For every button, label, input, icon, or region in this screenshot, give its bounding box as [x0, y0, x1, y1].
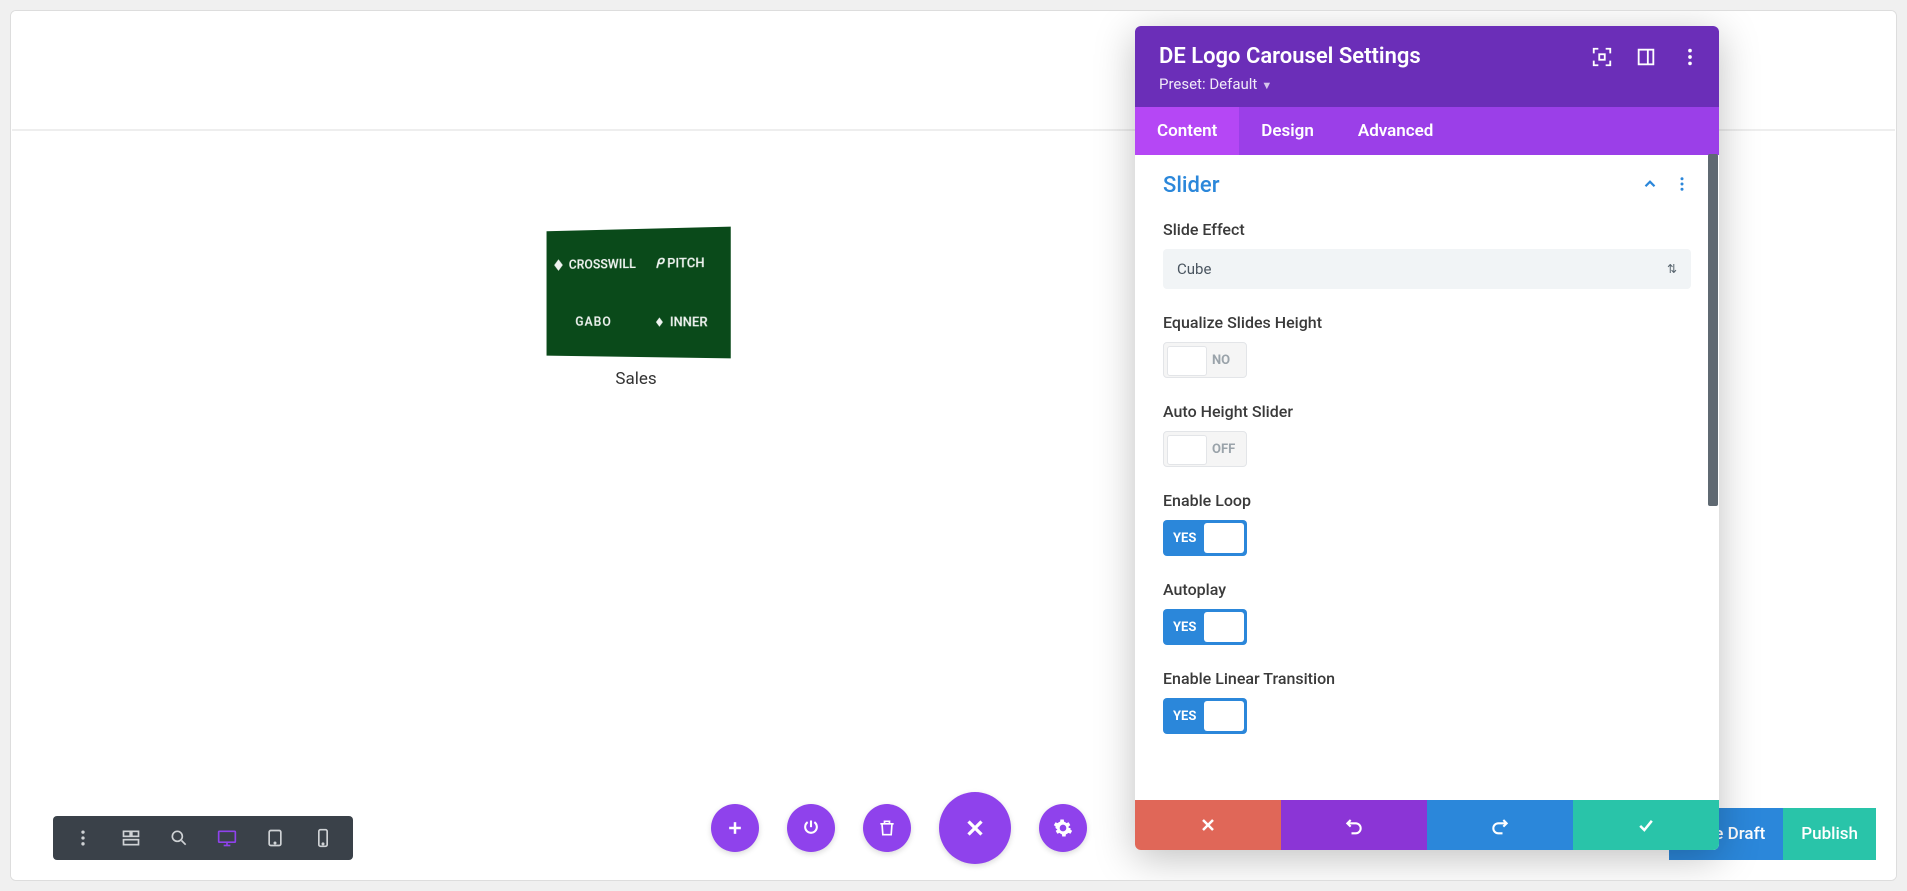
- equalize-toggle[interactable]: NO: [1163, 342, 1247, 378]
- toggle-label: YES: [1173, 531, 1196, 546]
- logo-label: CROSSWILL: [569, 257, 636, 273]
- auto-height-toggle[interactable]: OFF: [1163, 431, 1247, 467]
- menu-icon[interactable]: [59, 816, 107, 860]
- logo-slide: CROSSWILL ᑭ PITCH GABO INNER: [547, 227, 731, 359]
- add-button[interactable]: [711, 804, 759, 852]
- toggle-knob: [1167, 435, 1207, 465]
- expand-icon[interactable]: [1591, 46, 1613, 68]
- kebab-icon[interactable]: [1673, 175, 1691, 197]
- wireframe-icon[interactable]: [107, 816, 155, 860]
- page-actions: [711, 792, 1087, 864]
- chevron-down-icon: ▼: [1261, 79, 1272, 92]
- field-label: Autoplay: [1163, 580, 1691, 599]
- tab-design[interactable]: Design: [1239, 107, 1336, 155]
- scrollbar-thumb[interactable]: [1708, 154, 1718, 506]
- phone-icon[interactable]: [299, 816, 347, 860]
- field-autoplay: Autoplay YES: [1163, 580, 1691, 645]
- modal-body[interactable]: Slider Slide Effect Cube Equalize Slid: [1135, 155, 1719, 800]
- preset-dropdown[interactable]: Preset: Default ▼: [1159, 75, 1695, 93]
- logo-item: ᑭ PITCH: [655, 255, 704, 271]
- snap-icon[interactable]: [1635, 46, 1657, 68]
- kebab-icon[interactable]: [1679, 46, 1701, 68]
- gear-button[interactable]: [1039, 804, 1087, 852]
- section-slider-title[interactable]: Slider: [1163, 173, 1220, 198]
- zoom-icon[interactable]: [155, 816, 203, 860]
- toggle-label: YES: [1173, 709, 1196, 724]
- undo-button[interactable]: [1281, 800, 1427, 850]
- redo-button[interactable]: [1427, 800, 1573, 850]
- select-value: Cube: [1177, 260, 1211, 278]
- logo-item: CROSSWILL: [552, 257, 636, 273]
- linear-transition-toggle[interactable]: YES: [1163, 698, 1247, 734]
- logo-carousel-preview[interactable]: CROSSWILL ᑭ PITCH GABO INNER Sales: [541, 229, 741, 389]
- field-label: Enable Loop: [1163, 491, 1691, 510]
- autoplay-toggle[interactable]: YES: [1163, 609, 1247, 645]
- toggle-knob: [1204, 523, 1244, 553]
- close-button[interactable]: [939, 792, 1011, 864]
- logo-item: INNER: [652, 315, 707, 330]
- publish-button[interactable]: Publish: [1783, 808, 1876, 860]
- toggle-label: YES: [1173, 620, 1196, 635]
- field-enable-loop: Enable Loop YES: [1163, 491, 1691, 556]
- view-toolbar: [53, 816, 353, 860]
- modal-header: DE Logo Carousel Settings Preset: Defaul…: [1135, 26, 1719, 107]
- logo-item: GABO: [575, 314, 612, 329]
- field-label: Slide Effect: [1163, 220, 1691, 239]
- slide-caption: Sales: [541, 369, 731, 389]
- field-label: Auto Height Slider: [1163, 402, 1691, 421]
- tablet-icon[interactable]: [251, 816, 299, 860]
- tab-content[interactable]: Content: [1135, 107, 1239, 155]
- slide-effect-select[interactable]: Cube: [1163, 249, 1691, 289]
- toggle-knob: [1204, 612, 1244, 642]
- tab-advanced[interactable]: Advanced: [1336, 107, 1456, 155]
- toggle-label: OFF: [1212, 442, 1235, 457]
- cancel-button[interactable]: [1135, 800, 1281, 850]
- field-slide-effect: Slide Effect Cube: [1163, 220, 1691, 289]
- power-button[interactable]: [787, 804, 835, 852]
- field-equalize: Equalize Slides Height NO: [1163, 313, 1691, 378]
- settings-modal: DE Logo Carousel Settings Preset: Defaul…: [1135, 26, 1719, 850]
- logo-label: GABO: [575, 314, 612, 329]
- confirm-button[interactable]: [1573, 800, 1719, 850]
- field-auto-height: Auto Height Slider OFF: [1163, 402, 1691, 467]
- toggle-label: NO: [1212, 353, 1230, 368]
- modal-tabs: Content Design Advanced: [1135, 107, 1719, 155]
- field-label: Enable Linear Transition: [1163, 669, 1691, 688]
- trash-button[interactable]: [863, 804, 911, 852]
- logo-label: INNER: [670, 315, 708, 330]
- desktop-icon[interactable]: [203, 816, 251, 860]
- preset-label: Preset: Default: [1159, 75, 1257, 93]
- enable-loop-toggle[interactable]: YES: [1163, 520, 1247, 556]
- field-label: Equalize Slides Height: [1163, 313, 1691, 332]
- toggle-knob: [1167, 346, 1207, 376]
- chevron-up-icon[interactable]: [1641, 175, 1659, 197]
- modal-footer: [1135, 800, 1719, 850]
- toggle-knob: [1204, 701, 1244, 731]
- logo-label: PITCH: [667, 255, 704, 271]
- field-linear-transition: Enable Linear Transition YES: [1163, 669, 1691, 734]
